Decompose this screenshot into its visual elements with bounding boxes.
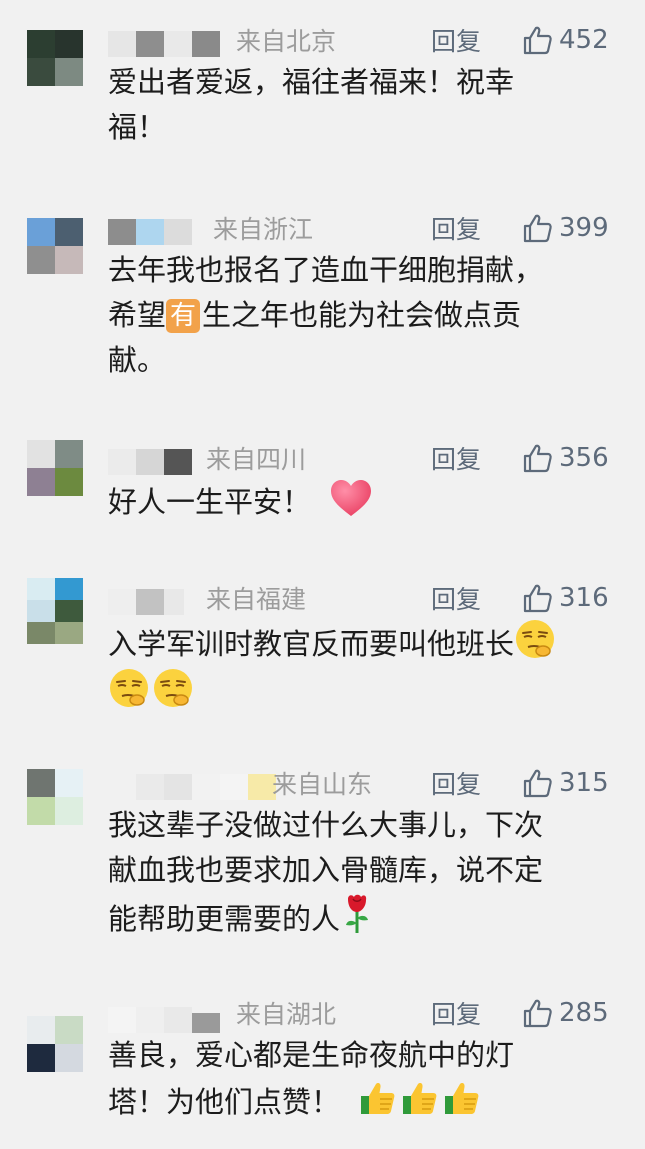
avatar[interactable]: [27, 578, 83, 644]
like-count: 315: [559, 768, 609, 798]
thumbs-up-emoji-icon: [403, 1083, 437, 1114]
smirk-emoji-icon: [516, 620, 555, 658]
username-mosaic[interactable]: [136, 774, 276, 800]
username-mosaic[interactable]: [108, 1007, 220, 1033]
like-button[interactable]: 285: [521, 993, 609, 1033]
thumbs-up-icon: [523, 769, 552, 798]
reply-button[interactable]: 回复: [431, 212, 481, 248]
you-badge-emoji: 有: [166, 299, 201, 333]
thumbs-up-icon: [523, 444, 552, 473]
like-button[interactable]: 356: [521, 438, 609, 478]
like-button[interactable]: 316: [521, 578, 609, 618]
comment-text: 入学军训时教官反而要叫他班长: [108, 618, 645, 716]
thumbs-up-icon: [523, 26, 552, 55]
avatar[interactable]: [27, 30, 83, 86]
comment-text: 爱出者爱返，福往者福来！祝幸 福！: [108, 65, 515, 144]
heart-emoji-icon: [331, 480, 372, 516]
thumbs-up-icon: [523, 584, 552, 613]
avatar[interactable]: [27, 1016, 83, 1072]
like-count: 316: [559, 583, 609, 613]
reply-button[interactable]: 回复: [431, 767, 481, 803]
username-mosaic[interactable]: [108, 449, 192, 475]
comment-text: 去年我也报名了造血干细胞捐献， 希望有生之年也能为社会做点贡 献。: [108, 253, 544, 377]
comment-text: 善良，爱心都是生命夜航中的灯 塔！为他们点赞！: [108, 1038, 515, 1119]
comment-text: 好人一生平安！: [108, 478, 618, 525]
reply-button[interactable]: 回复: [431, 997, 481, 1033]
thumbs-up-icon: [523, 214, 552, 243]
username-mosaic[interactable]: [108, 219, 192, 245]
like-button[interactable]: 452: [521, 20, 609, 60]
comment-location: 来自北京: [236, 27, 337, 56]
smirk-emoji-icon: [110, 669, 148, 707]
comment-text: 我这辈子没做过什么大事儿，下次 献血我也要求加入骨髓库，说不定 能帮助更需要的人: [108, 808, 544, 936]
smirk-emoji-icon: [154, 669, 192, 707]
thumbs-up-emoji-icon: [445, 1083, 479, 1114]
reply-button[interactable]: 回复: [431, 582, 481, 618]
like-button[interactable]: 399: [521, 208, 609, 248]
avatar[interactable]: [27, 769, 83, 825]
like-button[interactable]: 315: [521, 763, 609, 803]
reply-button[interactable]: 回复: [431, 442, 481, 478]
avatar[interactable]: [27, 440, 83, 496]
comment-location: 来自福建: [206, 585, 307, 614]
rose-emoji-icon: [346, 894, 369, 933]
comment-location: 来自湖北: [236, 1000, 337, 1029]
username-mosaic[interactable]: [108, 31, 220, 57]
comment-location: 来自四川: [206, 445, 307, 474]
username-mosaic[interactable]: [108, 589, 184, 615]
like-count: 399: [559, 213, 609, 243]
reply-button[interactable]: 回复: [431, 24, 481, 60]
thumbs-up-emoji-icon: [361, 1083, 395, 1114]
thumbs-up-icon: [523, 999, 552, 1028]
comment-location: 来自山东: [272, 770, 373, 799]
comment-location: 来自浙江: [213, 215, 314, 244]
avatar[interactable]: [27, 218, 83, 274]
like-count: 285: [559, 998, 609, 1028]
like-count: 356: [559, 443, 609, 473]
like-count: 452: [559, 25, 609, 55]
